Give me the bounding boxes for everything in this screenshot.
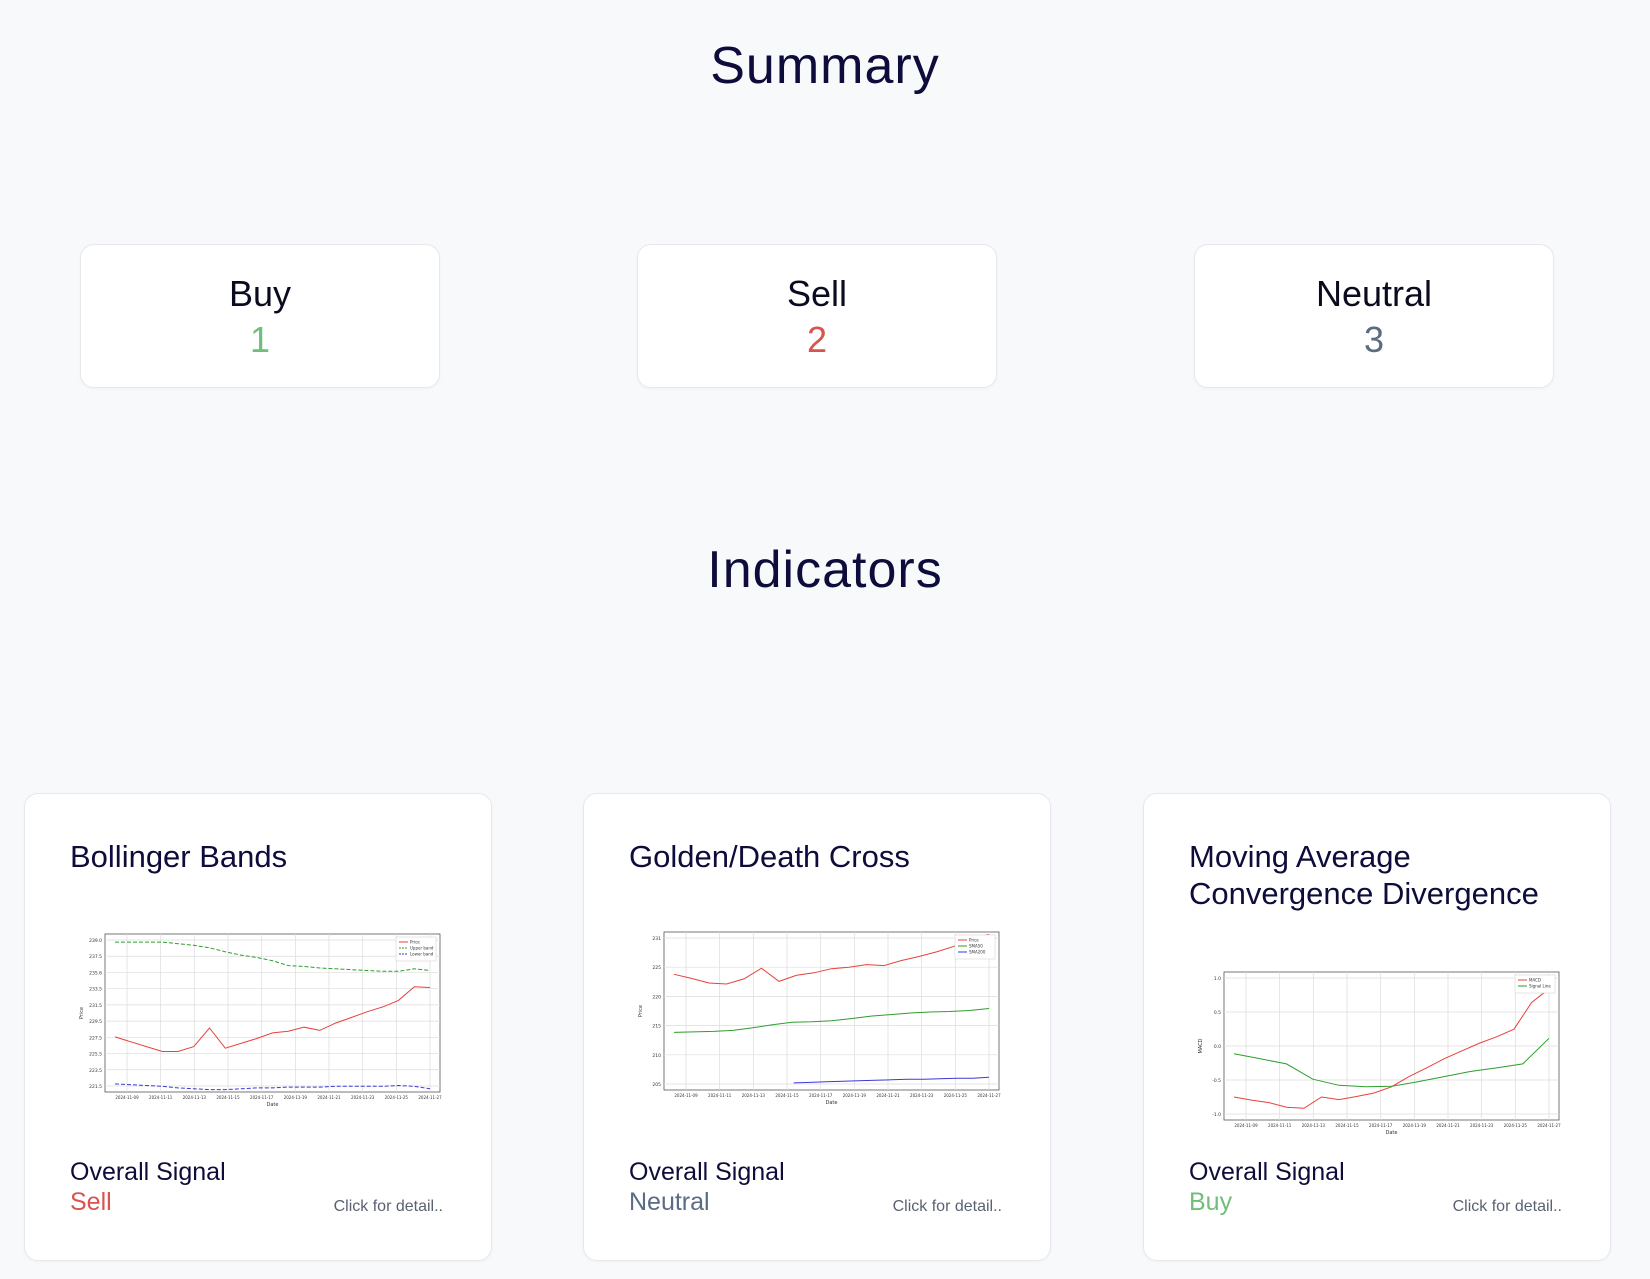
- legend-label: Lower band: [410, 952, 434, 957]
- indicator-card-golden-death-cross[interactable]: Golden/Death Cross 231 225 220 215 210 205 202…: [583, 793, 1051, 1261]
- x-tick-label: 2024-11-09: [115, 1095, 139, 1100]
- x-tick-label: 2024-11-15: [216, 1095, 240, 1100]
- detail-link[interactable]: Click for detail..: [893, 1198, 1002, 1216]
- x-tick-label: 2024-11-23: [910, 1093, 934, 1098]
- summary-count-sell: 2: [806, 319, 828, 360]
- overall-signal-label: Overall Signal: [1189, 1158, 1345, 1186]
- plot-frame: [663, 931, 1000, 1091]
- legend-label: SMA50: [969, 944, 983, 949]
- y-axis-label: MACD: [1198, 1038, 1204, 1053]
- y-tick-label: 205: [652, 1082, 661, 1088]
- x-tick-label: 2024-11-19: [1403, 1123, 1427, 1128]
- y-tick-label: 231.5: [89, 1003, 102, 1009]
- plot-frame: [104, 933, 441, 1093]
- y-tick-label: 210: [652, 1053, 661, 1059]
- bollinger-chart: 239.0 237.5 235.6 233.5 231.5 229.5 227.5 225.5…: [65, 926, 445, 1116]
- overall-signal-value: Buy: [1189, 1188, 1233, 1216]
- summary-label-sell: Sell: [786, 273, 848, 314]
- summary-card-sell: Sell 2: [637, 244, 997, 388]
- x-tick-label: 2024-11-23: [351, 1095, 375, 1100]
- x-tick-label: 2024-11-09: [674, 1093, 698, 1098]
- y-tick-label: 229.5: [89, 1019, 102, 1025]
- y-axis-label: Price: [79, 1007, 85, 1019]
- x-tick-label: 2024-11-13: [183, 1095, 207, 1100]
- legend-label: Price: [410, 940, 420, 945]
- x-tick-label: 2024-11-21: [317, 1095, 341, 1100]
- y-tick-label: 239.0: [89, 938, 102, 944]
- overall-signal-value: Sell: [70, 1188, 112, 1216]
- x-tick-label: 2024-11-27: [1537, 1123, 1561, 1128]
- indicator-title: Bollinger Bands: [70, 839, 288, 874]
- x-tick-label: 2024-11-11: [708, 1093, 732, 1098]
- x-tick-label: 2024-11-15: [775, 1093, 799, 1098]
- x-axis-label: Date: [1386, 1130, 1398, 1136]
- y-tick-label: -0.5: [1212, 1078, 1221, 1084]
- y-tick-label: 225: [652, 965, 661, 971]
- x-tick-label: 2024-11-27: [977, 1093, 1001, 1098]
- y-tick-label: 215: [652, 1024, 661, 1030]
- x-tick-label: 2024-11-17: [809, 1093, 833, 1098]
- x-tick-label: 2024-11-25: [385, 1095, 409, 1100]
- y-tick-label: 233.5: [89, 987, 102, 993]
- y-tick-label: 235.6: [89, 970, 102, 976]
- legend-label: Signal Line: [1529, 984, 1551, 989]
- x-tick-label: 2024-11-19: [284, 1095, 308, 1100]
- summary-count-neutral: 3: [1363, 319, 1385, 360]
- detail-link[interactable]: Click for detail..: [334, 1198, 443, 1216]
- overall-signal-value: Neutral: [629, 1188, 710, 1216]
- indicators-title: Indicators: [707, 541, 943, 599]
- indicator-card-macd[interactable]: Moving Average Convergence Divergence 1.…: [1143, 793, 1611, 1261]
- legend-label: SMA200: [969, 950, 986, 955]
- y-tick-label: 0.0: [1214, 1044, 1221, 1050]
- x-tick-label: 2024-11-15: [1335, 1123, 1359, 1128]
- summary-label-buy: Buy: [228, 273, 292, 314]
- indicator-card-bollinger[interactable]: Bollinger Bands 239.0 237.5 235.6 233.5 231.…: [24, 793, 492, 1261]
- overall-signal-label: Overall Signal: [629, 1158, 785, 1186]
- legend-label: Price: [969, 938, 979, 943]
- golden-death-cross-chart: 231 225 220 215 210 205 2024-11-09 2024-11-11 20…: [624, 924, 1004, 1114]
- macd-chart: 1.0 0.5 0.0 -0.5 -1.0 2024-11-09 2024-11-11 202…: [1184, 964, 1564, 1144]
- summary-card-buy: Buy 1: [80, 244, 440, 388]
- x-tick-label: 2024-11-21: [1436, 1123, 1460, 1128]
- summary-title: Summary: [710, 37, 940, 95]
- summary-card-neutral: Neutral 3: [1194, 244, 1554, 388]
- x-tick-label: 2024-11-17: [250, 1095, 274, 1100]
- indicator-title: Golden/Death Cross: [629, 839, 910, 874]
- y-tick-label: 227.5: [89, 1035, 102, 1041]
- legend-label: Upper band: [410, 946, 434, 951]
- y-tick-label: -1.0: [1212, 1112, 1221, 1118]
- summary-label-neutral: Neutral: [1315, 273, 1433, 314]
- x-tick-label: 2024-11-25: [944, 1093, 968, 1098]
- y-axis-label: Price: [638, 1005, 644, 1017]
- x-tick-label: 2024-11-11: [1268, 1123, 1292, 1128]
- y-tick-label: 220: [652, 994, 661, 1000]
- y-tick-label: 237.5: [89, 954, 102, 960]
- summary-count-buy: 1: [249, 319, 271, 360]
- y-tick-label: 223.5: [89, 1068, 102, 1074]
- overall-signal-label: Overall Signal: [70, 1158, 226, 1186]
- y-tick-label: 225.5: [89, 1052, 102, 1058]
- detail-link[interactable]: Click for detail..: [1453, 1198, 1562, 1216]
- x-axis-label: Date: [267, 1102, 279, 1108]
- x-tick-label: 2024-11-21: [876, 1093, 900, 1098]
- x-tick-label: 2024-11-23: [1470, 1123, 1494, 1128]
- y-tick-label: 1.0: [1214, 976, 1221, 982]
- x-axis-label: Date: [826, 1100, 838, 1106]
- x-tick-label: 2024-11-19: [843, 1093, 867, 1098]
- x-tick-label: 2024-11-17: [1369, 1123, 1393, 1128]
- x-tick-label: 2024-11-11: [149, 1095, 173, 1100]
- x-tick-label: 2024-11-09: [1234, 1123, 1258, 1128]
- y-tick-label: 0.5: [1214, 1010, 1221, 1016]
- y-tick-label: 221.5: [89, 1084, 102, 1090]
- x-tick-label: 2024-11-25: [1504, 1123, 1528, 1128]
- x-tick-label: 2024-11-13: [742, 1093, 766, 1098]
- indicator-title: Moving Average Convergence Divergence: [1189, 839, 1539, 911]
- x-tick-label: 2024-11-13: [1302, 1123, 1326, 1128]
- y-tick-label: 231: [652, 936, 661, 942]
- legend-label: MACD: [1529, 978, 1541, 983]
- x-tick-label: 2024-11-27: [418, 1095, 442, 1100]
